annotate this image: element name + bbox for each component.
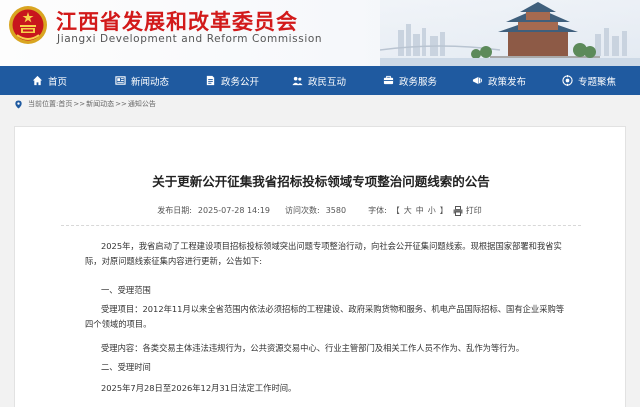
news-icon [115,76,126,85]
people-icon [292,76,303,86]
font-bracket-close: 】 [439,206,448,215]
article-paragraph: 受理内容：各类交易主体违法违规行为，公共资源交易中心、行业主管部门及相关工作人员… [101,343,525,353]
publish-date: 2025-07-28 14:19 [197,206,271,215]
nav-label: 政民互动 [308,76,347,88]
print-button[interactable]: 打印 [453,205,485,216]
publish-date-label: 发布日期: [157,206,192,215]
font-size-label: 字体: [368,206,387,215]
font-size-large[interactable]: 大 [404,205,412,216]
nav-label: 专题聚焦 [578,76,617,88]
article-paragraph: 2025年7月28日至2026年12月31日法定工作时间。 [101,383,297,393]
site-header: 江西省发展和改革委员会 Jiangxi Development and Refo… [0,0,640,66]
nav-item-interaction[interactable]: 政民互动 [292,66,346,95]
nav-label: 政务服务 [399,76,438,88]
policy-icon [472,76,483,85]
nav-item-focus[interactable]: 专题聚焦 [562,66,616,95]
article-meta: 发布日期: 2025-07-28 14:19 访问次数: 3580 字体: 【 … [15,205,627,216]
views-label: 访问次数: [285,206,320,215]
nav-item-gov-open[interactable]: 政务公开 [205,66,259,95]
section-heading: 一、受理范围 [101,285,151,295]
breadcrumb-news[interactable]: 新闻动态 [86,99,114,109]
breadcrumb-separator: >> [73,100,86,108]
nav-item-home[interactable]: 首页 [32,66,67,95]
title-divider [61,225,581,226]
document-icon [206,75,215,86]
nav-label: 新闻动态 [131,76,170,88]
section-heading: 二、受理时间 [101,362,151,372]
breadcrumb-prefix: 当前位置: [28,100,59,108]
pavilion-scenery-image [380,0,640,66]
site-title: 江西省发展和改革委员会 [56,10,298,34]
font-size-medium[interactable]: 中 [416,205,424,216]
location-icon [15,99,22,109]
home-icon [32,75,43,86]
breadcrumb-notices[interactable]: 通知公告 [128,99,156,109]
print-label: 打印 [465,206,482,215]
nav-item-service[interactable]: 政务服务 [383,66,437,95]
nav-item-news[interactable]: 新闻动态 [115,66,169,95]
article-paragraph: 2025年，我省启动了工程建设项目招标投标领域突出问题专项整治行动，向社会公开征… [85,241,562,266]
nav-label: 首页 [48,76,68,88]
breadcrumb: 当前位置: 首页 >> 新闻动态 >> 通知公告 [14,99,156,109]
breadcrumb-separator: >> [115,100,127,108]
main-nav: 首页 新闻动态 政务公开 政民互动 政务服务 政策发布 专题聚焦 [0,66,640,95]
national-emblem-icon [9,6,47,44]
nav-label: 政务公开 [221,76,260,88]
site-subtitle: Jiangxi Development and Reform Commissio… [57,33,323,45]
nav-item-policy[interactable]: 政策发布 [472,66,526,95]
focus-icon [562,75,573,86]
nav-label: 政策发布 [488,76,527,88]
article-title: 关于更新公开征集我省招标投标领域专项整治问题线索的公告 [152,174,490,189]
font-bracket-open: 【 [391,206,400,215]
service-icon [383,75,394,85]
font-size-small[interactable]: 小 [428,205,436,216]
article-card: 关于更新公开征集我省招标投标领域专项整治问题线索的公告 发布日期: 2025-0… [14,126,626,407]
breadcrumb-home[interactable]: 首页 [58,99,72,109]
printer-icon [453,205,463,216]
views-count: 3580 [325,206,347,215]
article-paragraph: 受理项目：2012年11月以来全省范围内依法必须招标的工程建设、政府采购货物和服… [85,304,565,329]
